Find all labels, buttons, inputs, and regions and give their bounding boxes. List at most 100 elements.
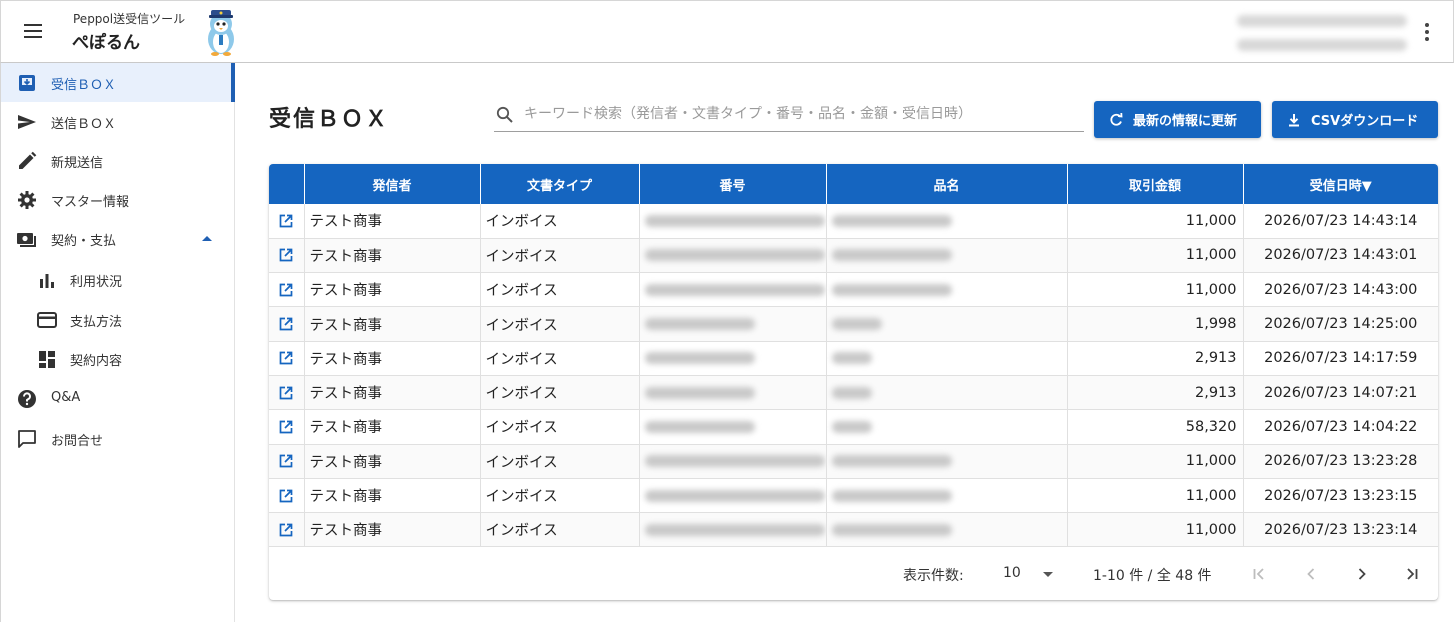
sender-cell: テスト商事 <box>304 306 481 342</box>
number-cell <box>639 272 827 308</box>
open-in-new-icon[interactable] <box>278 316 294 332</box>
redacted-item-name <box>831 489 952 502</box>
number-cell <box>639 375 827 411</box>
refresh-button[interactable]: 最新の情報に更新 <box>1094 101 1261 138</box>
table-row[interactable]: テスト商事 インボイス 2,913 2026/07/23 14:07:21 <box>269 375 1438 411</box>
search-field[interactable] <box>494 97 1084 132</box>
app-name: ぺぽるん <box>72 33 140 53</box>
search-input[interactable] <box>524 101 1079 127</box>
csv-download-label: CSVダウンロード <box>1311 114 1419 129</box>
sidebar-item-contact[interactable]: お問合せ <box>1 419 235 458</box>
inbox-table: 発信者 文書タイプ 番号 品名 取引金額 受信日時▼ テスト商事 インボイス 11,… <box>269 164 1438 548</box>
column-header-amount[interactable]: 取引金額 <box>1067 164 1244 204</box>
open-in-new-icon[interactable] <box>278 247 294 263</box>
doc-type-cell: インボイス <box>480 478 640 514</box>
column-header-open <box>269 164 305 204</box>
table-row[interactable]: テスト商事 インボイス 58,320 2026/07/23 14:04:22 <box>269 409 1438 445</box>
sender-cell: テスト商事 <box>304 512 481 548</box>
open-cell[interactable] <box>269 204 305 239</box>
table-row[interactable]: テスト商事 インボイス 2,913 2026/07/23 14:17:59 <box>269 341 1438 376</box>
open-cell[interactable] <box>269 341 305 376</box>
redacted-number <box>644 420 755 433</box>
hamburger-menu-icon[interactable] <box>24 23 44 39</box>
table-row[interactable]: テスト商事 インボイス 11,000 2026/07/23 14:43:01 <box>269 238 1438 274</box>
sidebar-item-usage[interactable]: 利用状況 <box>1 260 235 299</box>
prev-page-icon[interactable] <box>1301 564 1321 584</box>
open-in-new-icon[interactable] <box>278 419 294 435</box>
sender-cell: テスト商事 <box>304 204 481 239</box>
rows-per-page-select[interactable]: 10 <box>1003 565 1021 581</box>
redacted-item-name <box>831 214 952 227</box>
refresh-button-label: 最新の情報に更新 <box>1133 114 1238 129</box>
doc-type-cell: インボイス <box>480 272 640 308</box>
open-cell[interactable] <box>269 272 305 308</box>
open-in-new-icon[interactable] <box>278 350 294 366</box>
table-row[interactable]: テスト商事 インボイス 11,000 2026/07/23 13:23:15 <box>269 478 1438 514</box>
table-row[interactable]: テスト商事 インボイス 11,000 2026/07/23 13:23:28 <box>269 444 1438 479</box>
column-header-number[interactable]: 番号 <box>639 164 827 204</box>
column-header-received-at[interactable]: 受信日時▼ <box>1243 164 1438 204</box>
open-cell[interactable] <box>269 306 305 342</box>
open-in-new-icon[interactable] <box>278 213 294 229</box>
kebab-more-icon[interactable] <box>1424 23 1430 41</box>
sidebar-item-new-send[interactable]: 新規送信 <box>1 141 235 180</box>
number-cell <box>639 341 827 376</box>
column-header-item-name[interactable]: 品名 <box>826 164 1068 204</box>
column-header-doc-type[interactable]: 文書タイプ <box>480 164 640 204</box>
open-in-new-icon[interactable] <box>278 453 294 469</box>
open-in-new-icon[interactable] <box>278 282 294 298</box>
sidebar-item-label: マスター情報 <box>51 195 130 210</box>
sidebar-item-contract-payment[interactable]: 契約・支払 <box>1 219 235 258</box>
next-page-icon[interactable] <box>1352 564 1372 584</box>
received-at-cell: 2026/07/23 14:43:01 <box>1243 238 1438 274</box>
table-row[interactable]: テスト商事 インボイス 11,000 2026/07/23 14:43:14 <box>269 204 1438 239</box>
number-cell <box>639 306 827 342</box>
sidebar-item-master[interactable]: マスター情報 <box>1 180 235 219</box>
open-cell[interactable] <box>269 512 305 548</box>
open-cell[interactable] <box>269 375 305 411</box>
column-header-sender[interactable]: 発信者 <box>304 164 481 204</box>
amount-cell: 11,000 <box>1067 238 1244 274</box>
redacted-number <box>644 489 825 502</box>
dashboard-icon <box>39 351 55 368</box>
sidebar-item-payment-method[interactable]: 支払方法 <box>1 300 235 339</box>
amount-cell: 11,000 <box>1067 512 1244 548</box>
table-row[interactable]: テスト商事 インボイス 11,000 2026/07/23 13:23:14 <box>269 512 1438 548</box>
redacted-number <box>644 318 755 331</box>
open-cell[interactable] <box>269 444 305 479</box>
sidebar-item-label: 受信ＢＯＸ <box>51 78 117 93</box>
sidebar-item-contract-details[interactable]: 契約内容 <box>1 339 235 378</box>
open-in-new-icon[interactable] <box>278 385 294 401</box>
expand-less-icon[interactable] <box>202 236 212 241</box>
open-cell[interactable] <box>269 478 305 514</box>
received-at-cell: 2026/07/23 14:04:22 <box>1243 409 1438 445</box>
open-cell[interactable] <box>269 238 305 274</box>
item-name-cell <box>826 341 1068 376</box>
user-email-redacted <box>1237 39 1407 51</box>
download-icon <box>1289 113 1299 126</box>
sidebar-item-inbox[interactable]: 受信ＢＯＸ <box>1 63 235 102</box>
first-page-icon[interactable] <box>1249 564 1269 584</box>
last-page-icon[interactable] <box>1402 564 1422 584</box>
item-name-cell <box>826 238 1068 274</box>
amount-cell: 11,000 <box>1067 444 1244 479</box>
page-range: 1-10 件 / 全 48 件 <box>1093 568 1212 584</box>
sidebar-item-outbox[interactable]: 送信ＢＯＸ <box>1 102 235 141</box>
sidebar-item-label: 利用状況 <box>70 275 123 290</box>
pencil-icon <box>19 151 37 169</box>
open-cell[interactable] <box>269 409 305 445</box>
received-at-cell: 2026/07/23 14:17:59 <box>1243 341 1438 376</box>
dropdown-arrow-icon[interactable] <box>1043 572 1053 577</box>
doc-type-cell: インボイス <box>480 341 640 376</box>
received-at-cell: 2026/07/23 13:23:28 <box>1243 444 1438 479</box>
csv-download-button[interactable]: CSVダウンロード <box>1272 101 1438 138</box>
sidebar-item-qa[interactable]: Q&A <box>1 379 235 418</box>
open-in-new-icon[interactable] <box>278 522 294 538</box>
open-in-new-icon[interactable] <box>278 488 294 504</box>
redacted-item-name <box>831 386 872 399</box>
table-row[interactable]: テスト商事 インボイス 1,998 2026/07/23 14:25:00 <box>269 306 1438 342</box>
table-row[interactable]: テスト商事 インボイス 11,000 2026/07/23 14:43:00 <box>269 272 1438 308</box>
inbox-icon <box>19 75 35 91</box>
doc-type-cell: インボイス <box>480 444 640 479</box>
item-name-cell <box>826 306 1068 342</box>
